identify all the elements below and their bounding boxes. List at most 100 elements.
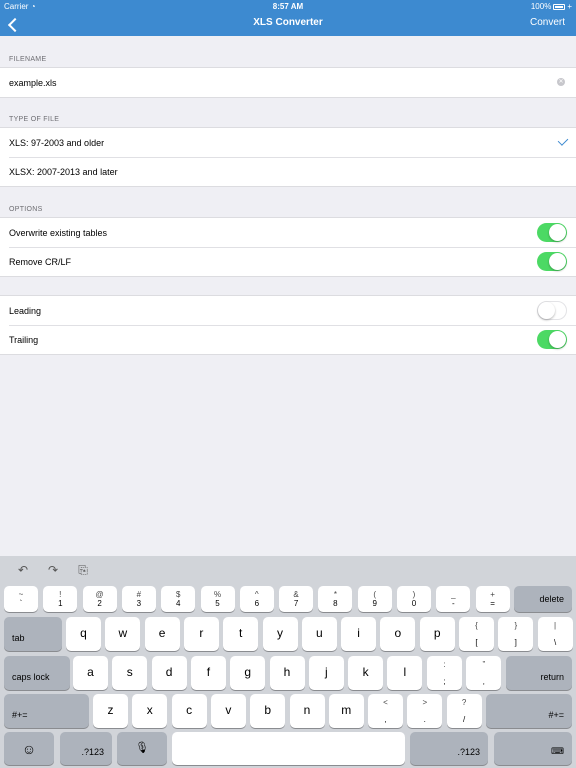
key-5[interactable]: % 5	[200, 586, 235, 612]
key-label: g	[244, 665, 252, 679]
trailing-toggle[interactable]	[537, 330, 567, 349]
key-6[interactable]: ^ 6	[239, 586, 274, 612]
key-2[interactable]: @2	[82, 586, 117, 612]
key-label: u	[315, 626, 323, 640]
key-m[interactable]: m	[328, 694, 364, 728]
key-bottom-label: 0	[411, 599, 417, 608]
key-h[interactable]: h	[269, 656, 305, 690]
file-type-option-xlsx[interactable]: XLSX: 2007-2013 and later	[0, 157, 576, 186]
key-top-label: )	[412, 590, 416, 599]
undo-icon[interactable]: ↶	[16, 563, 30, 577]
key-e[interactable]: e	[144, 617, 180, 651]
key-r[interactable]: r	[183, 617, 219, 651]
key-=[interactable]: + =	[475, 586, 510, 612]
option-label: Leading	[9, 305, 42, 316]
key-label: caps lock	[12, 672, 50, 682]
convert-button[interactable]: Convert	[530, 17, 565, 28]
key-bottom-label: \	[553, 638, 557, 647]
key-g[interactable]: g	[230, 656, 266, 690]
key-t[interactable]: t	[223, 617, 259, 651]
key-z[interactable]: z	[93, 694, 128, 728]
caps-lock-key[interactable]: caps lock	[4, 656, 70, 690]
key-label: b	[264, 703, 272, 717]
key-b[interactable]: b	[250, 694, 286, 728]
emoji-key[interactable]: ☺	[4, 732, 54, 765]
key-l[interactable]: l	[387, 656, 423, 690]
filename-input[interactable]: example.xls	[9, 78, 57, 88]
key-bottom-label: 2	[97, 599, 102, 608]
filename-row[interactable]: example.xls ✕	[0, 68, 576, 97]
return-key[interactable]: return	[506, 656, 572, 690]
key-label: n	[303, 703, 311, 717]
key-k[interactable]: k	[348, 656, 384, 690]
key-bottom-label: 9	[372, 599, 377, 608]
file-type-option-xls[interactable]: XLS: 97-2003 and older	[0, 128, 576, 157]
hide-keyboard-key[interactable]: ⌨	[494, 732, 572, 765]
key-top-label: <	[383, 698, 388, 707]
key-label: tab	[12, 633, 25, 643]
key-top-label: |	[554, 621, 557, 630]
battery-indicator: 100% +	[530, 2, 572, 11]
key-bottom-label: ;	[443, 677, 446, 686]
key-label: #+=	[12, 710, 28, 720]
key-punct[interactable]: <,	[368, 694, 403, 728]
key-punct[interactable]: ? /	[446, 694, 482, 728]
shift-right-key[interactable]: #+=	[486, 694, 572, 728]
key-w[interactable]: w	[105, 617, 141, 651]
key-4[interactable]: $4	[161, 586, 196, 612]
key-s[interactable]: s	[112, 656, 148, 690]
key-c[interactable]: c	[171, 694, 207, 728]
key-punct[interactable]: }]	[498, 617, 534, 651]
tab-key[interactable]: tab	[4, 617, 62, 651]
key-punct[interactable]: :;	[427, 656, 462, 690]
dictation-key[interactable]: 🎙	[117, 732, 167, 765]
key-7[interactable]: & 7	[279, 586, 314, 612]
key-punct[interactable]: {[	[459, 617, 494, 651]
key-i[interactable]: i	[341, 617, 377, 651]
key-top-label: #	[136, 590, 142, 599]
remove-crlf-toggle[interactable]	[537, 252, 567, 271]
key-u[interactable]: u	[301, 617, 337, 651]
shift-left-key[interactable]: #+=	[4, 694, 89, 728]
key-bottom-label: 7	[293, 599, 299, 608]
key-punct[interactable]: >.	[407, 694, 443, 728]
paste-icon[interactable]: ⎘	[76, 563, 90, 577]
key-label: h	[283, 665, 291, 679]
key-o[interactable]: o	[380, 617, 416, 651]
key-3[interactable]: #3	[121, 586, 156, 612]
numbers-left-key[interactable]: .?123	[60, 732, 112, 765]
numbers-right-key[interactable]: .?123	[410, 732, 488, 765]
key-9[interactable]: (9	[357, 586, 392, 612]
key-v[interactable]: v	[210, 694, 246, 728]
redo-icon[interactable]: ↷	[46, 563, 60, 577]
key-1[interactable]: ! 1	[43, 586, 78, 612]
key-label: ☺	[21, 741, 37, 757]
key-label: delete	[539, 594, 564, 604]
space-key[interactable]	[172, 732, 405, 765]
key-a[interactable]: a	[73, 656, 108, 690]
key-q[interactable]: q	[66, 617, 101, 651]
key-8[interactable]: * 8	[318, 586, 353, 612]
leading-toggle[interactable]	[537, 301, 567, 320]
key-`[interactable]: ~ `	[4, 586, 38, 612]
key-f[interactable]: f	[190, 656, 226, 690]
delete-key[interactable]: delete	[514, 586, 572, 612]
key-punct[interactable]: | \	[537, 617, 573, 651]
key-bottom-label: .	[423, 715, 426, 724]
key-x[interactable]: x	[132, 694, 168, 728]
key-n[interactable]: n	[289, 694, 325, 728]
key-y[interactable]: y	[262, 617, 298, 651]
key-0[interactable]: ) 0	[397, 586, 431, 612]
key-p[interactable]: p	[419, 617, 455, 651]
key-label: y	[277, 626, 283, 640]
overwrite-toggle[interactable]	[537, 223, 567, 242]
key-label: r	[199, 626, 204, 640]
clear-icon[interactable]: ✕	[557, 78, 565, 86]
key-top-label: %	[213, 590, 222, 599]
option-label: Remove CR/LF	[9, 256, 72, 267]
key-j[interactable]: j	[308, 656, 344, 690]
key-d[interactable]: d	[151, 656, 187, 690]
key-punct[interactable]: ” ‚	[466, 656, 502, 690]
key-label: #+=	[548, 710, 564, 720]
key--[interactable]: _ -	[436, 586, 471, 612]
